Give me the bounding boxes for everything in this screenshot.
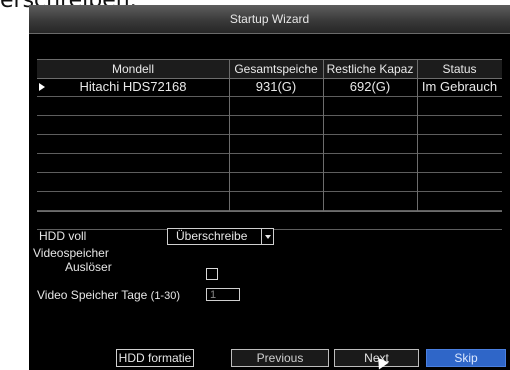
cell-model: Hitachi HDS72168: [79, 79, 187, 94]
column-header-total: Gesamtspeiche: [234, 62, 318, 76]
table-row[interactable]: [37, 154, 502, 173]
chevron-down-icon[interactable]: [261, 229, 273, 244]
video-days-range: (1-30): [150, 290, 180, 302]
trigger-label: Auslöser: [65, 260, 112, 274]
previous-button[interactable]: Previous: [231, 349, 329, 367]
startup-wizard-dialog: Startup Wizard Mondell Gesamtspeiche Res…: [29, 5, 510, 370]
video-days-input[interactable]: 1: [206, 288, 240, 301]
skip-button[interactable]: Skip: [426, 349, 506, 367]
table-row[interactable]: [37, 135, 502, 154]
column-header-remaining: Restliche Kapaz: [326, 62, 414, 76]
table-row[interactable]: [37, 116, 502, 135]
video-storage-label: Videospeicher: [33, 246, 109, 260]
column-divider: [417, 59, 418, 211]
window-title: Startup Wizard: [229, 12, 310, 26]
video-days-text: Video Speicher Tage: [37, 288, 148, 302]
title-bar: Startup Wizard: [29, 5, 510, 34]
hdd-full-select[interactable]: Überschreibe: [167, 228, 274, 245]
hdd-full-label: HDD voll: [39, 229, 87, 243]
table-row[interactable]: [37, 192, 502, 211]
hdd-format-button[interactable]: HDD formatie: [116, 349, 194, 367]
column-header-model: Mondell: [111, 62, 155, 76]
table-bottom-border: [37, 211, 502, 212]
table-row[interactable]: [37, 97, 502, 116]
column-divider: [323, 59, 324, 211]
table-row[interactable]: [37, 173, 502, 192]
table-row[interactable]: Hitachi HDS72168 931(G) 692(G) Im Gebrau…: [37, 78, 502, 97]
cell-total: 931(G): [255, 79, 297, 94]
cell-status: Im Gebrauch: [421, 79, 498, 94]
cell-remaining: 692(G): [349, 79, 391, 94]
hdd-full-value: Überschreibe: [176, 229, 248, 243]
video-days-label: Video Speicher Tage (1-30): [37, 288, 180, 302]
trigger-checkbox[interactable]: [206, 268, 218, 280]
column-header-status: Status: [442, 62, 477, 76]
table-header: Mondell Gesamtspeiche Restliche Kapaz St…: [37, 59, 502, 79]
column-divider: [229, 59, 230, 211]
